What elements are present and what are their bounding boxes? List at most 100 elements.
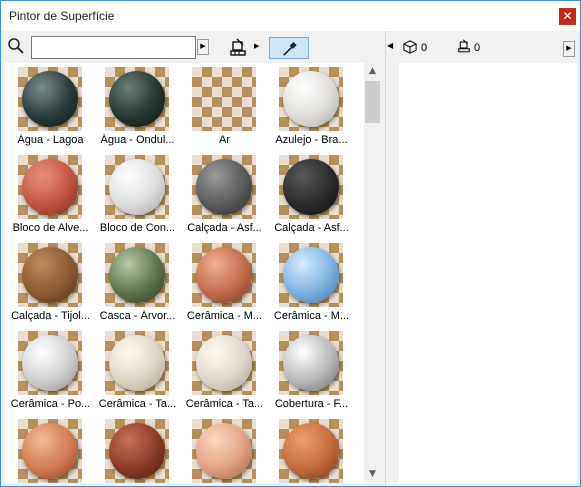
material-sphere [22, 247, 78, 303]
material-preview-image [105, 155, 169, 219]
material-label: Cerâmica - Ta... [185, 398, 264, 410]
material-sphere [196, 159, 252, 215]
material-sphere [109, 71, 165, 127]
material-tile[interactable]: Cobertura - F... [268, 327, 355, 415]
brush-dropdown-arrow[interactable]: ▶ [254, 42, 259, 50]
scroll-thumb[interactable] [365, 81, 380, 123]
material-sphere [283, 159, 339, 215]
material-label: Calçada - Tijol... [11, 310, 90, 322]
surface-painter-window: Pintor de Superfície ✕ ▶ ▶ ◀ Água - Lago… [0, 0, 581, 487]
material-tile[interactable] [181, 415, 268, 483]
panel-separator [385, 31, 386, 486]
material-preview-image [279, 243, 343, 307]
material-preview-image [279, 331, 343, 395]
material-tile[interactable]: Cerâmica - Ta... [94, 327, 181, 415]
search-options-button[interactable]: ▶ [197, 39, 209, 55]
window-title: Pintor de Superfície [9, 9, 115, 23]
selection-content-area [399, 63, 577, 483]
title-bar: Pintor de Superfície ✕ [1, 1, 580, 31]
scroll-down-button[interactable]: ▼ [364, 466, 381, 483]
material-sphere [283, 247, 339, 303]
material-tile[interactable]: Calçada - Tijol... [7, 239, 94, 327]
eyedropper-button[interactable] [269, 37, 309, 59]
selection-panel: 0 0 ▶ [393, 31, 580, 486]
material-sphere [22, 423, 78, 479]
toolbar: ▶ ▶ [1, 31, 385, 63]
material-label: Bloco de Con... [99, 222, 176, 234]
material-tile[interactable]: Calçada - Asf... [181, 151, 268, 239]
search-input[interactable] [31, 36, 196, 59]
material-sphere [22, 335, 78, 391]
material-sphere [283, 423, 339, 479]
cube-icon [403, 40, 417, 54]
material-preview-image [192, 155, 256, 219]
material-tile[interactable]: Cerâmica - Po... [7, 327, 94, 415]
material-tile[interactable] [268, 415, 355, 483]
vertical-scrollbar[interactable]: ▲ ▼ [364, 63, 381, 483]
element-count: 0 [421, 42, 428, 54]
material-preview-image [18, 243, 82, 307]
material-label: Cerâmica - Po... [10, 398, 91, 410]
material-sphere [196, 247, 252, 303]
selection-counts: 0 0 ▶ [393, 31, 580, 63]
material-preview-image [18, 67, 82, 131]
material-label: Ar [219, 134, 230, 146]
material-tile[interactable]: Cerâmica - M... [268, 239, 355, 327]
material-label: Cobertura - F... [274, 398, 349, 410]
material-preview-image [105, 243, 169, 307]
material-sphere [196, 335, 252, 391]
material-label: Azulejo - Bra... [275, 134, 348, 146]
material-tile[interactable]: Bloco de Con... [94, 151, 181, 239]
material-label: Água - Ondul... [100, 134, 175, 146]
close-button[interactable]: ✕ [559, 8, 576, 25]
material-preview-image [192, 67, 256, 131]
material-sphere [283, 71, 339, 127]
material-preview-image [105, 419, 169, 483]
material-label: Cerâmica - M... [273, 310, 350, 322]
material-tile[interactable]: Água - Ondul... [94, 63, 181, 151]
material-tile[interactable]: Calçada - Asf... [268, 151, 355, 239]
surface-count: 0 [474, 42, 481, 54]
material-preview-image [18, 419, 82, 483]
material-tile[interactable]: Cerâmica - Ta... [181, 327, 268, 415]
material-sphere [283, 335, 339, 391]
right-panel-expand-button[interactable]: ▶ [563, 41, 575, 57]
search-icon [8, 38, 24, 54]
material-sphere [109, 247, 165, 303]
material-sphere [22, 159, 78, 215]
material-tile[interactable]: Ar [181, 63, 268, 151]
material-label: Cerâmica - M... [186, 310, 263, 322]
material-label: Cerâmica - Ta... [98, 398, 177, 410]
material-tile[interactable]: Casca - Árvor... [94, 239, 181, 327]
material-label: Bloco de Alve... [12, 222, 89, 234]
material-preview-image [105, 67, 169, 131]
material-tile[interactable]: Água - Lagoa [7, 63, 94, 151]
material-sphere [109, 335, 165, 391]
material-label: Água - Lagoa [17, 134, 84, 146]
material-label: Calçada - Asf... [274, 222, 349, 234]
material-sphere [109, 423, 165, 479]
material-tile[interactable]: Cerâmica - M... [181, 239, 268, 327]
material-tile[interactable] [94, 415, 181, 483]
material-tile[interactable]: Azulejo - Bra... [268, 63, 355, 151]
scroll-up-button[interactable]: ▲ [364, 63, 381, 80]
paint-brush-icon[interactable] [229, 38, 251, 58]
material-preview-image [279, 155, 343, 219]
material-grid: Água - Lagoa Água - Ondul... Ar Azulejo - B… [5, 63, 364, 483]
material-tile[interactable] [7, 415, 94, 483]
material-label: Casca - Árvor... [99, 310, 176, 322]
material-label: Calçada - Asf... [187, 222, 262, 234]
material-preview-image [279, 419, 343, 483]
material-preview-image [18, 331, 82, 395]
material-preview-image [192, 331, 256, 395]
material-sphere [196, 423, 252, 479]
material-preview-image [279, 67, 343, 131]
material-sphere [22, 71, 78, 127]
eyedropper-icon [283, 41, 297, 56]
material-preview-image [192, 243, 256, 307]
material-sphere [109, 159, 165, 215]
brush-count-icon [458, 39, 470, 53]
material-tile[interactable]: Bloco de Alve... [7, 151, 94, 239]
material-preview-image [18, 155, 82, 219]
material-preview-image [105, 331, 169, 395]
